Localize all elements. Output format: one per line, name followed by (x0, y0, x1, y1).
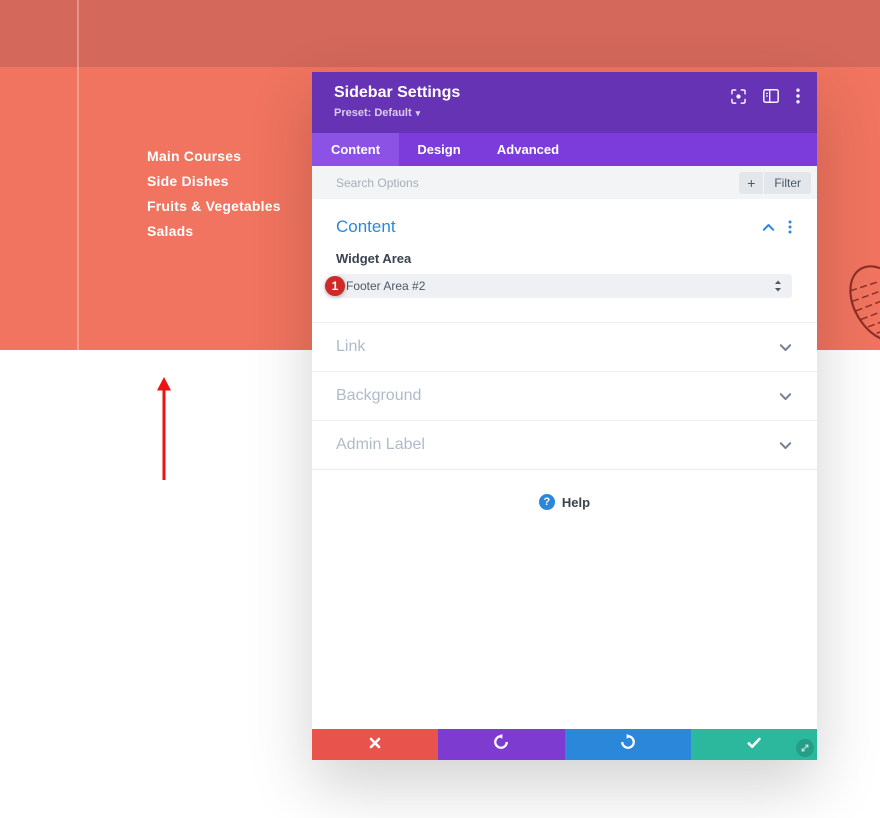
redo-icon (620, 734, 636, 755)
undo-icon (493, 734, 509, 755)
preset-label: Preset: Default (334, 107, 412, 119)
check-icon (747, 736, 761, 754)
widget-area-selected-value: Footer Area #2 (346, 279, 774, 293)
tab-content[interactable]: Content (312, 133, 399, 166)
widget-area-select[interactable]: Footer Area #2 (336, 274, 792, 298)
modal-tab-bar: Content Design Advanced (312, 133, 817, 166)
content-section-header: Content (312, 199, 817, 239)
resize-handle-icon[interactable] (796, 739, 814, 757)
widget-area-label: Widget Area (336, 251, 793, 266)
column-divider (77, 0, 79, 350)
chevron-down-icon (779, 441, 792, 450)
annotation-arrow-up-icon (150, 376, 178, 484)
section-toggle-label: Link (336, 338, 779, 356)
page-header-band (0, 0, 880, 67)
section-toggle-background[interactable]: Background (312, 371, 817, 420)
section-toggle-link[interactable]: Link (312, 322, 817, 371)
menu-item-salads[interactable]: Salads (147, 221, 281, 246)
help-question-icon: ? (539, 494, 555, 510)
undo-button[interactable] (438, 729, 564, 760)
options-search-bar: + Filter (312, 166, 817, 199)
help-row: ? Help (312, 469, 817, 510)
section-kebab-icon[interactable] (788, 220, 792, 234)
modal-title: Sidebar Settings (334, 83, 799, 103)
select-sort-arrows-icon (774, 280, 782, 292)
search-options-input[interactable] (334, 175, 739, 191)
modal-footer (312, 729, 817, 760)
discard-button[interactable] (312, 729, 438, 760)
chevron-up-icon[interactable] (762, 223, 775, 232)
chevron-down-icon (779, 392, 792, 401)
modal-header: Sidebar Settings Preset: Default ▾ (312, 72, 817, 133)
widget-area-field: 1 Footer Area #2 (336, 274, 792, 298)
chevron-down-icon (779, 343, 792, 352)
menu-item-main-courses[interactable]: Main Courses (147, 146, 281, 171)
redo-button[interactable] (565, 729, 691, 760)
tab-design[interactable]: Design (399, 133, 479, 166)
section-toggle-label: Background (336, 387, 779, 405)
caret-down-icon: ▾ (416, 109, 421, 118)
filter-button-label: Filter (764, 172, 811, 194)
split-view-icon[interactable] (763, 89, 779, 103)
annotation-badge: 1 (325, 276, 345, 296)
help-link[interactable]: Help (562, 495, 590, 510)
sidebar-settings-modal: Sidebar Settings Preset: Default ▾ (312, 72, 817, 760)
plus-icon: + (739, 172, 763, 194)
kebab-menu-icon[interactable] (796, 88, 800, 104)
section-toggle-label: Admin Label (336, 436, 779, 454)
section-toggle-admin-label[interactable]: Admin Label (312, 420, 817, 469)
close-icon (369, 736, 381, 754)
modal-body: Content Widget Area 1 (312, 199, 817, 729)
filter-button[interactable]: + Filter (739, 172, 811, 194)
content-section-title[interactable]: Content (336, 217, 762, 237)
menu-item-fruits-vegetables[interactable]: Fruits & Vegetables (147, 196, 281, 221)
focus-mode-icon[interactable] (731, 89, 746, 104)
preset-dropdown[interactable]: Preset: Default ▾ (334, 107, 420, 119)
tab-advanced[interactable]: Advanced (479, 133, 577, 166)
content-section-actions (762, 220, 792, 234)
page-sidebar-menu: Main Courses Side Dishes Fruits & Vegeta… (147, 146, 281, 246)
menu-item-side-dishes[interactable]: Side Dishes (147, 171, 281, 196)
modal-header-actions (731, 88, 800, 104)
